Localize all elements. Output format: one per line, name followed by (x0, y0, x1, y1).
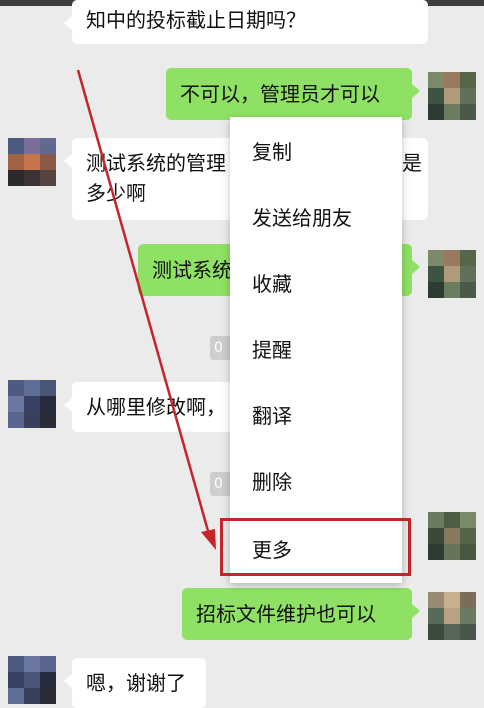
annotation-arrow (76, 69, 216, 550)
